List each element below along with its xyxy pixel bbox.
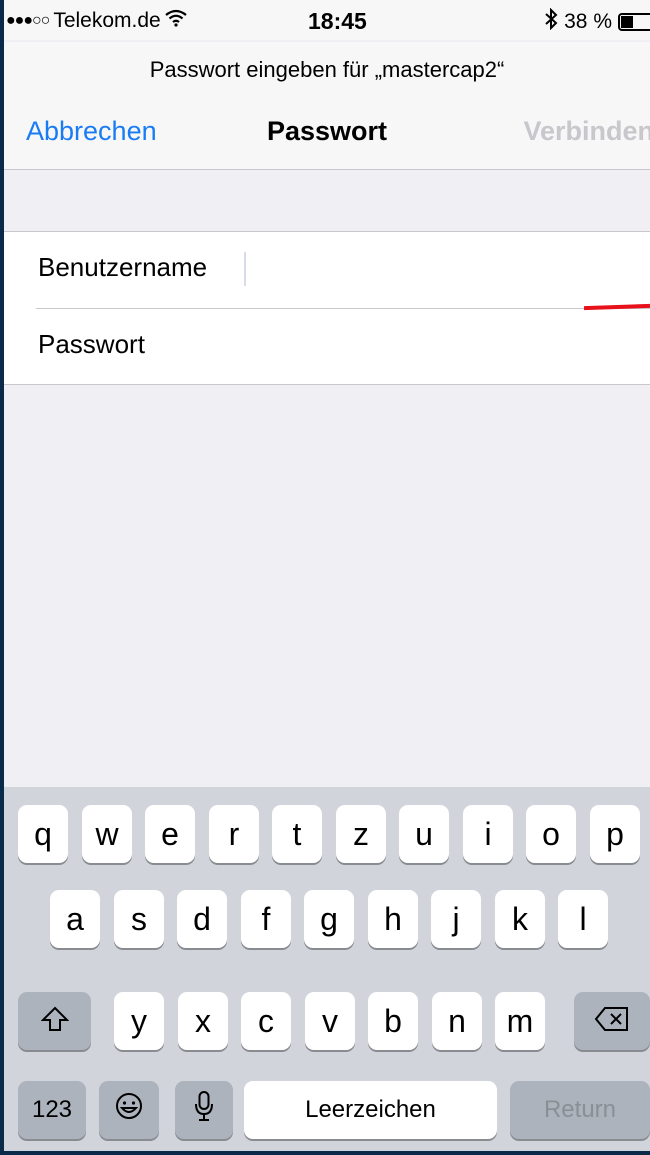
- key-p[interactable]: p: [590, 805, 640, 863]
- status-bar: ●●●○○ Telekom.de 18:45 38 %: [4, 0, 650, 40]
- key-h[interactable]: h: [368, 890, 418, 948]
- key-q[interactable]: q: [18, 805, 68, 863]
- key-j[interactable]: j: [431, 890, 481, 948]
- bluetooth-icon: [544, 7, 558, 36]
- key-c[interactable]: c: [241, 992, 291, 1050]
- battery-percentage: 38 %: [564, 10, 612, 33]
- device-screen: ●●●○○ Telekom.de 18:45 38 % Passwort ein…: [4, 0, 650, 1151]
- key-f[interactable]: f: [241, 890, 291, 948]
- key-d[interactable]: d: [177, 890, 227, 948]
- key-o[interactable]: o: [526, 805, 576, 863]
- connect-button[interactable]: Verbinden: [523, 116, 650, 147]
- key-s[interactable]: s: [114, 890, 164, 948]
- password-field[interactable]: [244, 319, 650, 377]
- key-t[interactable]: t: [272, 805, 322, 863]
- battery-icon: [618, 13, 650, 31]
- delete-key[interactable]: [574, 992, 650, 1050]
- numbers-key[interactable]: 123: [18, 1081, 86, 1139]
- key-a[interactable]: a: [50, 890, 100, 948]
- microphone-icon: [193, 1090, 215, 1130]
- return-key[interactable]: Return: [510, 1081, 650, 1139]
- key-g[interactable]: g: [304, 890, 354, 948]
- key-n[interactable]: n: [432, 992, 482, 1050]
- login-form: Benutzername Passwort: [4, 231, 650, 385]
- emoji-key[interactable]: [99, 1081, 159, 1139]
- key-z[interactable]: z: [336, 805, 386, 863]
- key-x[interactable]: x: [178, 992, 228, 1050]
- battery-level: [621, 16, 633, 28]
- username-row[interactable]: Benutzername: [4, 232, 650, 309]
- status-left: ●●●○○ Telekom.de: [6, 9, 187, 33]
- key-y[interactable]: y: [114, 992, 164, 1050]
- wifi-icon: [165, 9, 187, 33]
- signal-strength: ●●●○○: [6, 12, 50, 29]
- key-w[interactable]: w: [82, 805, 132, 863]
- status-time: 18:45: [308, 8, 367, 34]
- space-key[interactable]: Leerzeichen: [244, 1081, 497, 1139]
- shift-key[interactable]: [18, 992, 91, 1050]
- delete-icon: [594, 1003, 630, 1040]
- keyboard: q w e r t z u i o p a s d f g h j k l y x c v b n m 123 Leerzeichen…: [4, 787, 650, 1151]
- status-right: 38 %: [544, 7, 650, 36]
- navigation-bar: Abbrechen Passwort Verbinden: [4, 98, 650, 170]
- key-m[interactable]: m: [495, 992, 545, 1050]
- password-row[interactable]: Passwort: [4, 309, 650, 386]
- key-e[interactable]: e: [145, 805, 195, 863]
- key-b[interactable]: b: [368, 992, 418, 1050]
- username-label: Benutzername: [38, 252, 208, 282]
- key-v[interactable]: v: [305, 992, 355, 1050]
- key-k[interactable]: k: [495, 890, 545, 948]
- shift-icon: [40, 1003, 69, 1040]
- key-r[interactable]: r: [209, 805, 259, 863]
- microphone-key[interactable]: [175, 1081, 233, 1139]
- password-label: Passwort: [38, 329, 145, 359]
- key-i[interactable]: i: [463, 805, 513, 863]
- key-l[interactable]: l: [558, 890, 608, 948]
- username-field[interactable]: [244, 242, 650, 300]
- key-u[interactable]: u: [399, 805, 449, 863]
- carrier-name: Telekom.de: [53, 9, 161, 32]
- emoji-icon: [114, 1091, 144, 1129]
- wifi-password-prompt: Passwort eingeben für „mastercap2“: [4, 42, 650, 98]
